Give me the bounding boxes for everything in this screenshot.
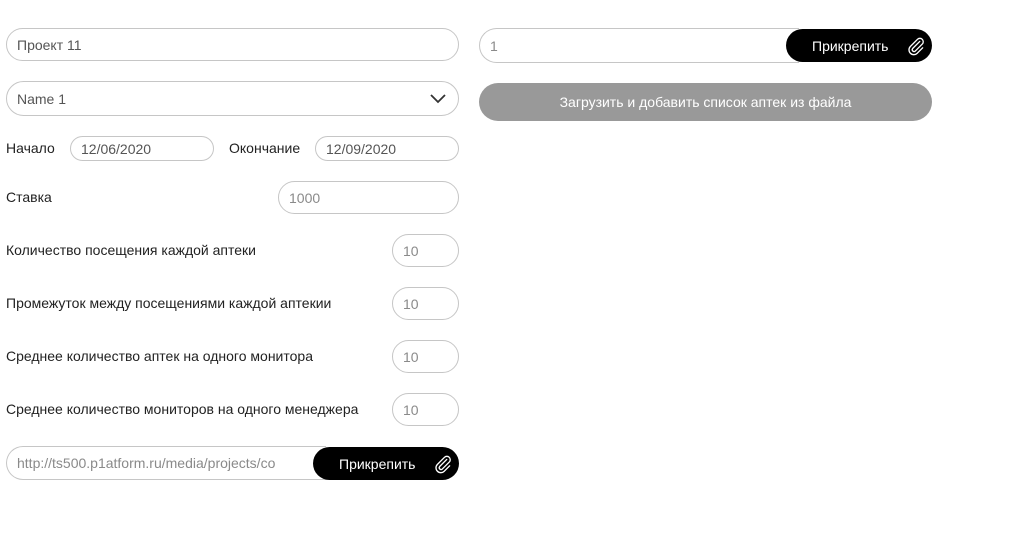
chevron-down-icon	[430, 93, 446, 103]
visit-interval-input[interactable]: 10	[392, 287, 459, 320]
pharmacies-per-monitor-value: 10	[403, 348, 419, 365]
visit-interval-value: 10	[403, 295, 419, 312]
project-type-value: Name 1	[17, 90, 67, 107]
start-date-label: Начало	[6, 140, 55, 156]
visit-interval-label: Промежуток между посещениями каждой апте…	[6, 295, 332, 311]
project-name-value: Проект 11	[17, 36, 82, 53]
upload-pharmacy-list-button-label: Загрузить и добавить список аптек из фай…	[559, 94, 852, 110]
rate-label: Ставка	[6, 189, 52, 205]
file-url-value: http://ts500.p1atform.ru/media/projects/…	[17, 455, 276, 471]
start-date-input[interactable]: 12/06/2020	[70, 136, 214, 161]
end-date-label: Окончание	[229, 140, 301, 156]
paperclip-icon	[435, 455, 451, 473]
rate-input[interactable]: 1000	[278, 181, 459, 214]
attach-pharmacy-list-button-label: Прикрепить	[812, 37, 889, 54]
project-type-select[interactable]: Name 1	[6, 81, 459, 116]
attach-pharmacy-list-button[interactable]: Прикрепить	[786, 29, 932, 62]
file-url-input[interactable]: http://ts500.p1atform.ru/media/projects/…	[6, 446, 326, 480]
upload-pharmacy-list-button[interactable]: Загрузить и добавить список аптек из фай…	[479, 83, 932, 121]
monitors-per-manager-input[interactable]: 10	[392, 393, 459, 426]
visits-per-pharmacy-label: Количество посещения каждой аптеки	[6, 242, 256, 258]
end-date-value: 12/09/2020	[326, 140, 397, 157]
pharmacy-list-value: 1	[490, 37, 498, 54]
paperclip-icon	[908, 37, 924, 55]
visits-per-pharmacy-value: 10	[403, 242, 419, 259]
attach-file-button-label: Прикрепить	[339, 455, 416, 472]
visits-per-pharmacy-input[interactable]: 10	[392, 234, 459, 267]
pharmacies-per-monitor-input[interactable]: 10	[392, 340, 459, 373]
monitors-per-manager-label: Среднее количество мониторов на одного м…	[6, 401, 359, 417]
monitors-per-manager-value: 10	[403, 401, 419, 418]
rate-value: 1000	[289, 189, 321, 206]
start-date-value: 12/06/2020	[81, 140, 152, 157]
pharmacies-per-monitor-label: Среднее количество аптек на одного монит…	[6, 348, 313, 364]
end-date-input[interactable]: 12/09/2020	[315, 136, 459, 161]
project-name-input[interactable]: Проект 11	[6, 28, 459, 61]
pharmacy-list-input[interactable]: 1	[479, 28, 799, 63]
attach-file-button[interactable]: Прикрепить	[313, 447, 459, 480]
